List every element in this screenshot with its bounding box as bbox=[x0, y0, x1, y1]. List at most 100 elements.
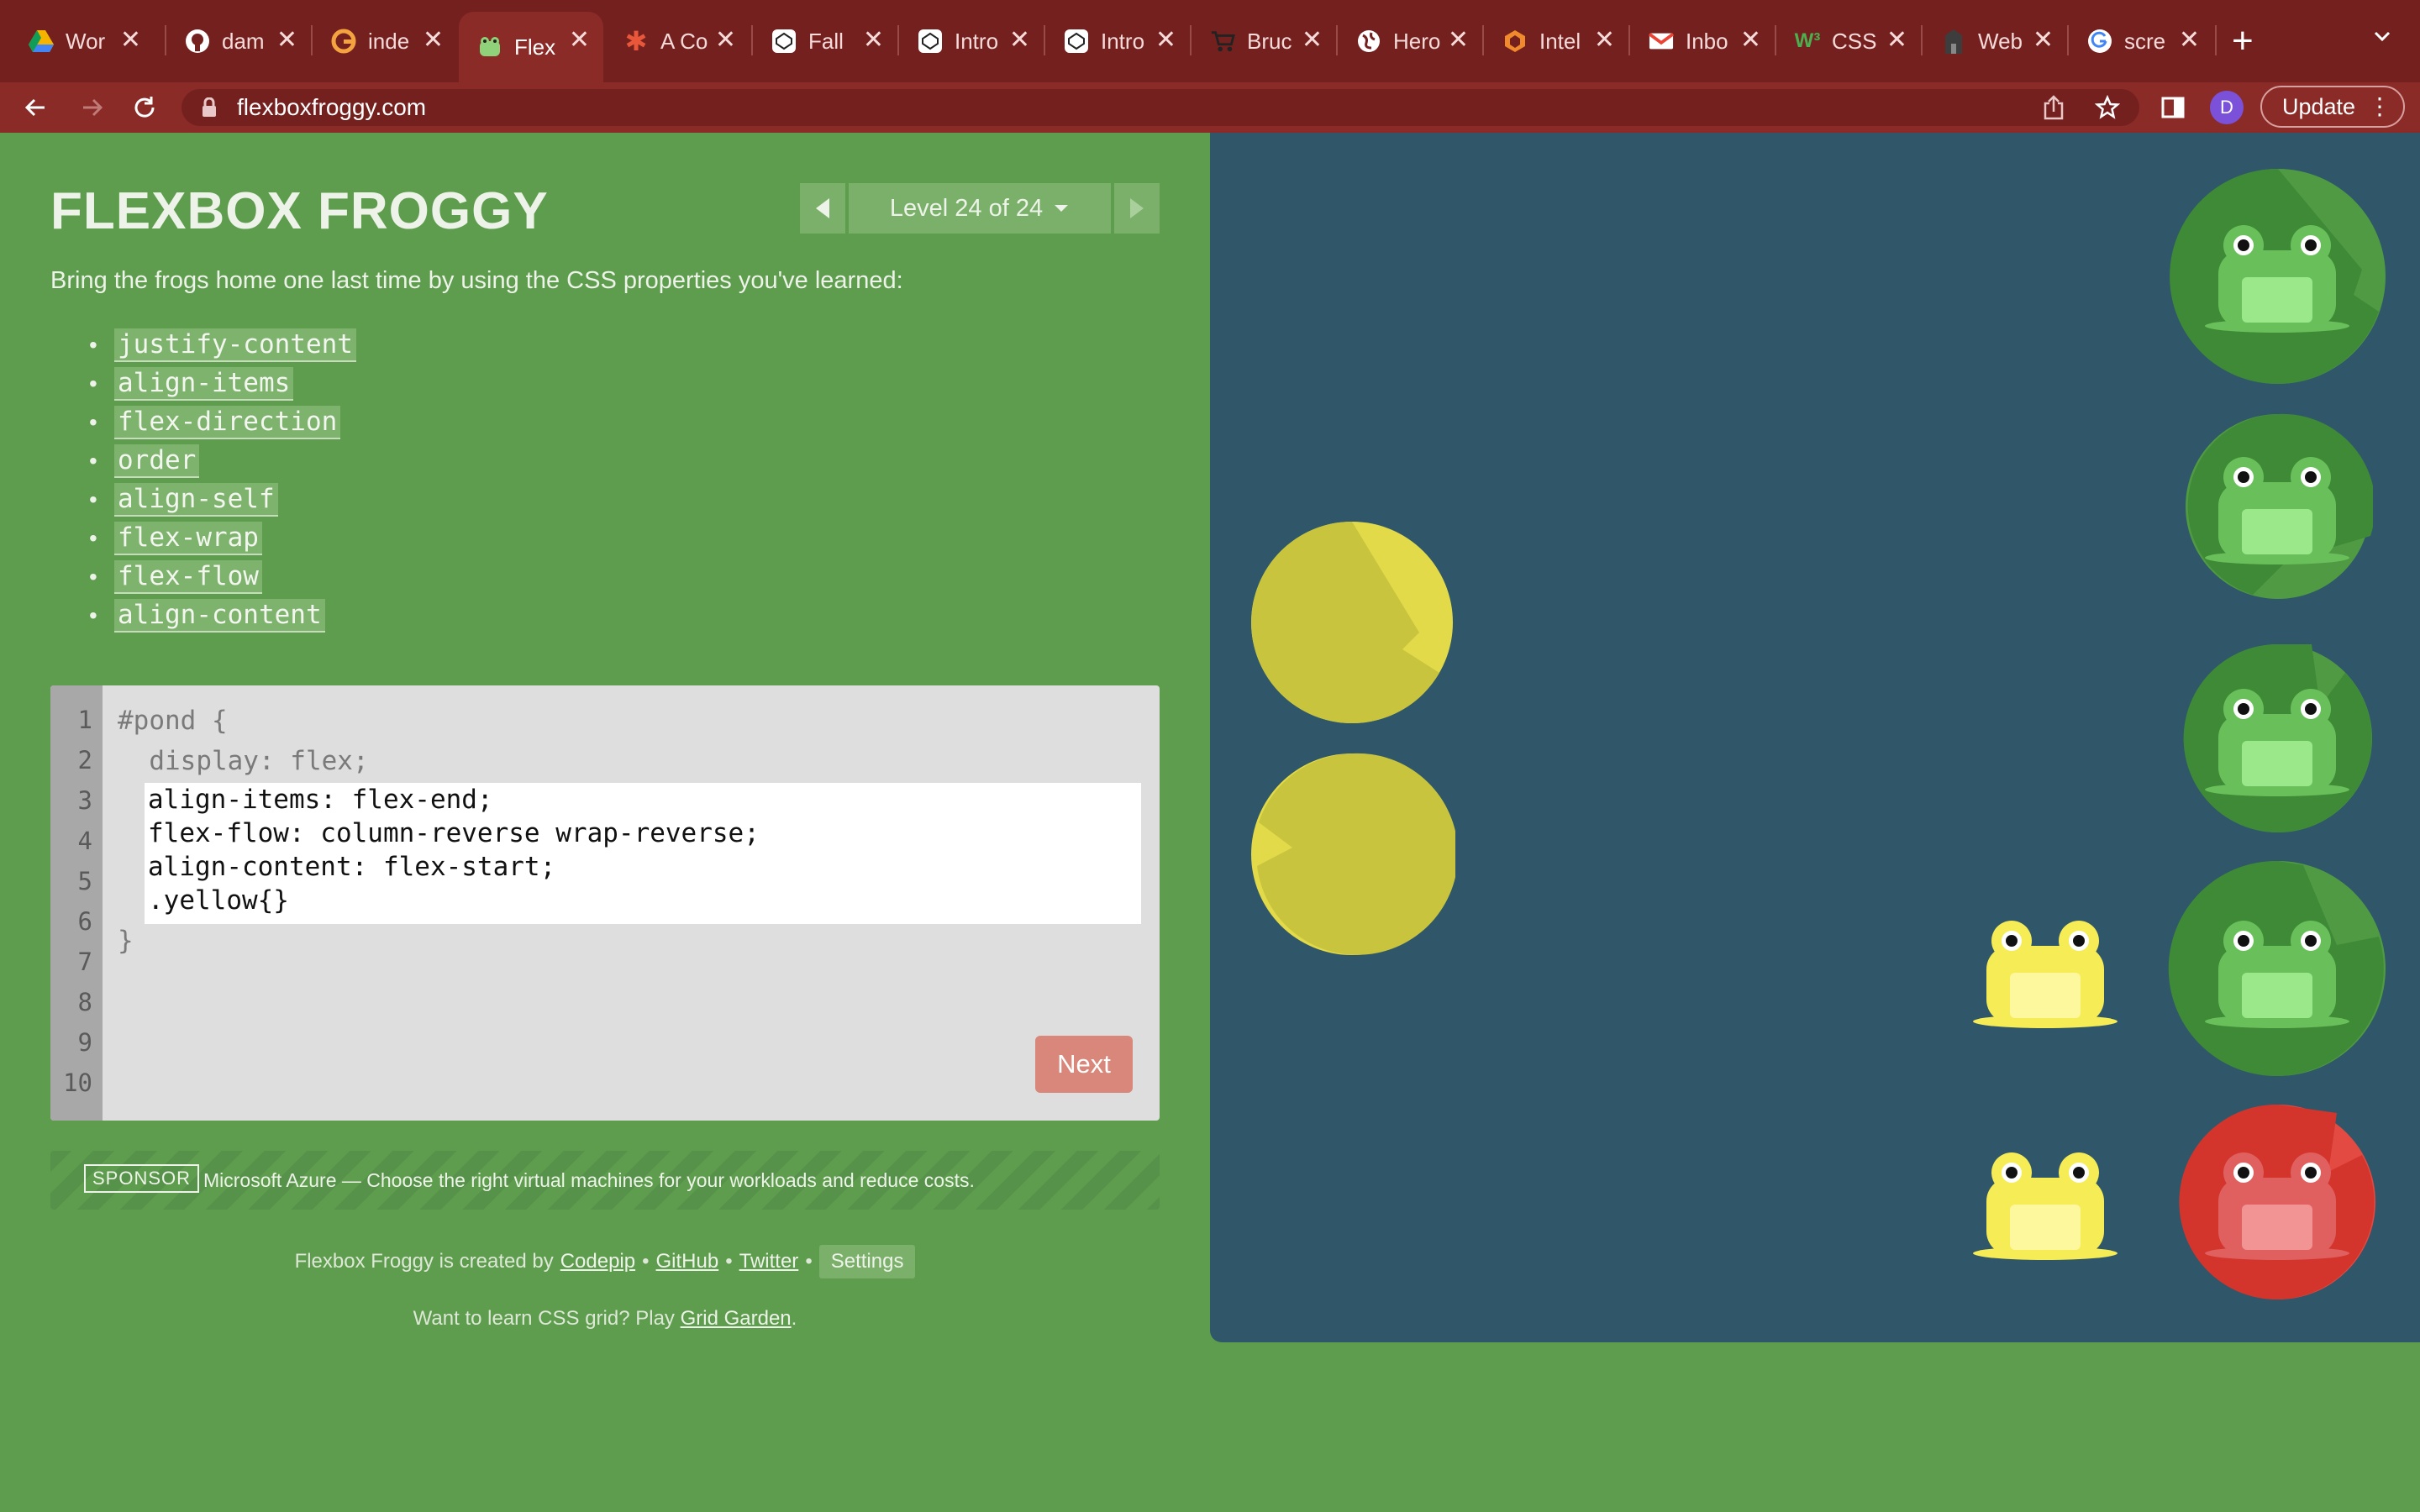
yellow-lilypad bbox=[1251, 522, 1453, 723]
list-item: • flex-direction bbox=[89, 403, 356, 442]
browser-tab[interactable]: dam ✕ bbox=[166, 12, 311, 71]
red-frog bbox=[2205, 1152, 2349, 1260]
tab-close-icon[interactable]: ✕ bbox=[863, 25, 884, 55]
tab-close-icon[interactable]: ✕ bbox=[1448, 25, 1469, 55]
tab-title: scre bbox=[2124, 28, 2166, 54]
property-order[interactable]: order bbox=[114, 444, 200, 478]
triangle-left-icon bbox=[816, 198, 829, 218]
browser-tab[interactable]: Intro ✕ bbox=[1045, 12, 1190, 71]
frog-icon bbox=[477, 34, 502, 60]
property-flex-wrap[interactable]: flex-wrap bbox=[114, 522, 262, 555]
tab-close-icon[interactable]: ✕ bbox=[715, 25, 736, 55]
browser-tab[interactable]: W³ CSS ✕ bbox=[1776, 12, 1921, 71]
cart-icon bbox=[1210, 29, 1235, 54]
browser-tab[interactable]: scre ✕ bbox=[2069, 12, 2213, 71]
property-justify-content[interactable]: justify-content bbox=[114, 328, 356, 362]
list-item: • order bbox=[89, 442, 356, 480]
browser-tab[interactable]: Web ✕ bbox=[1923, 12, 2067, 71]
bookmark-star-icon[interactable] bbox=[2091, 91, 2124, 124]
browser-tab[interactable]: Hero ✕ bbox=[1338, 12, 1482, 71]
property-align-content[interactable]: align-content bbox=[114, 599, 325, 633]
new-tab-icon[interactable]: + bbox=[2232, 20, 2254, 62]
browser-tab[interactable]: Wor ✕ bbox=[10, 12, 155, 71]
grid-garden-link[interactable]: Grid Garden bbox=[681, 1307, 792, 1330]
sponsor-banner[interactable]: SPONSOR Microsoft Azure — Choose the rig… bbox=[50, 1151, 1160, 1210]
google-icon bbox=[2087, 29, 2112, 54]
list-item: • align-content bbox=[89, 596, 356, 635]
hexagon-icon bbox=[1502, 29, 1528, 54]
url-text[interactable]: flexboxfroggy.com bbox=[237, 94, 426, 121]
tab-close-icon[interactable]: ✕ bbox=[1594, 25, 1615, 55]
profile-avatar[interactable]: D bbox=[2210, 91, 2244, 124]
reload-icon[interactable] bbox=[128, 91, 161, 124]
list-item: • justify-content bbox=[89, 326, 356, 365]
instructions-text: Bring the frogs home one last time by us… bbox=[50, 267, 903, 294]
property-align-items[interactable]: align-items bbox=[114, 367, 294, 401]
browser-tab[interactable]: Intel ✕ bbox=[1484, 12, 1628, 71]
tab-strip: Wor ✕ dam ✕ inde ✕ Flex ✕ ✱ A Co ✕ Fall … bbox=[0, 0, 2420, 82]
browser-tab-active[interactable]: Flex ✕ bbox=[459, 12, 603, 82]
tab-close-icon[interactable]: ✕ bbox=[1740, 25, 1761, 55]
google-drive-icon bbox=[29, 29, 54, 54]
browser-tab[interactable]: inde ✕ bbox=[313, 12, 457, 71]
lock-icon[interactable] bbox=[202, 97, 217, 122]
tab-close-icon[interactable]: ✕ bbox=[423, 25, 444, 55]
browser-tab[interactable]: Inbo ✕ bbox=[1630, 12, 1775, 71]
sponsor-text[interactable]: Microsoft Azure — Choose the right virtu… bbox=[203, 1169, 975, 1192]
tab-close-icon[interactable]: ✕ bbox=[276, 25, 297, 55]
code-line-display: display: flex; bbox=[118, 746, 369, 776]
next-button[interactable]: Next bbox=[1035, 1036, 1133, 1093]
tab-title: Hero bbox=[1393, 28, 1441, 54]
tab-close-icon[interactable]: ✕ bbox=[2033, 25, 2054, 55]
share-icon[interactable] bbox=[2037, 91, 2070, 124]
tab-close-icon[interactable]: ✕ bbox=[1155, 25, 1176, 55]
tab-title: Intel bbox=[1539, 28, 1581, 54]
browser-tab[interactable]: Intro ✕ bbox=[899, 12, 1044, 71]
codepip-link[interactable]: Codepip bbox=[560, 1250, 635, 1273]
browser-tab[interactable]: ✱ A Co ✕ bbox=[605, 12, 750, 71]
tab-close-icon[interactable]: ✕ bbox=[120, 25, 141, 55]
address-bar[interactable]: flexboxfroggy.com bbox=[182, 89, 2139, 126]
tab-close-icon[interactable]: ✕ bbox=[1302, 25, 1323, 55]
line-number: 10 bbox=[63, 1068, 92, 1097]
tab-close-icon[interactable]: ✕ bbox=[569, 25, 590, 55]
globe-icon bbox=[1356, 29, 1381, 54]
tab-title: Intro bbox=[955, 28, 999, 54]
css-code-input[interactable] bbox=[145, 783, 1141, 924]
page-title: FLEXBOX FROGGY bbox=[50, 182, 549, 240]
tab-close-icon[interactable]: ✕ bbox=[1009, 25, 1030, 55]
browser-tab[interactable]: Fall ✕ bbox=[753, 12, 897, 71]
green-frog bbox=[2205, 921, 2349, 1028]
next-level-button[interactable] bbox=[1114, 183, 1160, 234]
w3schools-icon: W³ bbox=[1794, 29, 1821, 52]
codepen-icon bbox=[918, 29, 943, 54]
code-editor: 1 2 3 4 5 6 7 8 9 10 #pond { display: fl… bbox=[50, 685, 1160, 1121]
property-align-self[interactable]: align-self bbox=[114, 483, 278, 517]
previous-level-button[interactable] bbox=[800, 183, 845, 234]
tab-title: Flex bbox=[514, 34, 556, 60]
github-link[interactable]: GitHub bbox=[656, 1250, 719, 1273]
property-flex-direction[interactable]: flex-direction bbox=[114, 406, 341, 439]
forward-icon[interactable] bbox=[76, 91, 109, 124]
browser-tab[interactable]: Bruc ✕ bbox=[1192, 12, 1336, 71]
tab-title: Bruc bbox=[1247, 28, 1292, 54]
line-number: 5 bbox=[77, 867, 92, 895]
property-flex-flow[interactable]: flex-flow bbox=[114, 560, 262, 594]
tab-close-icon[interactable]: ✕ bbox=[2179, 25, 2200, 55]
list-item: • align-items bbox=[89, 365, 356, 403]
update-button[interactable]: Update ⋮ bbox=[2260, 86, 2405, 128]
codepen-icon bbox=[771, 29, 797, 54]
more-menu-icon[interactable]: ⋮ bbox=[2368, 92, 2391, 120]
settings-button[interactable]: Settings bbox=[818, 1245, 916, 1278]
side-panel-icon[interactable] bbox=[2156, 91, 2190, 124]
codepen-icon bbox=[1064, 29, 1089, 54]
level-label: Level 24 of 24 bbox=[889, 194, 1044, 222]
twitter-link[interactable]: Twitter bbox=[739, 1250, 799, 1273]
tab-close-icon[interactable]: ✕ bbox=[1886, 25, 1907, 55]
level-select[interactable]: Level 24 of 24 bbox=[849, 183, 1111, 234]
building-icon bbox=[1941, 29, 1966, 54]
back-icon[interactable] bbox=[18, 91, 52, 124]
list-item: • flex-flow bbox=[89, 558, 356, 596]
separator: • bbox=[725, 1250, 733, 1273]
chevron-down-icon[interactable] bbox=[2370, 24, 2395, 49]
